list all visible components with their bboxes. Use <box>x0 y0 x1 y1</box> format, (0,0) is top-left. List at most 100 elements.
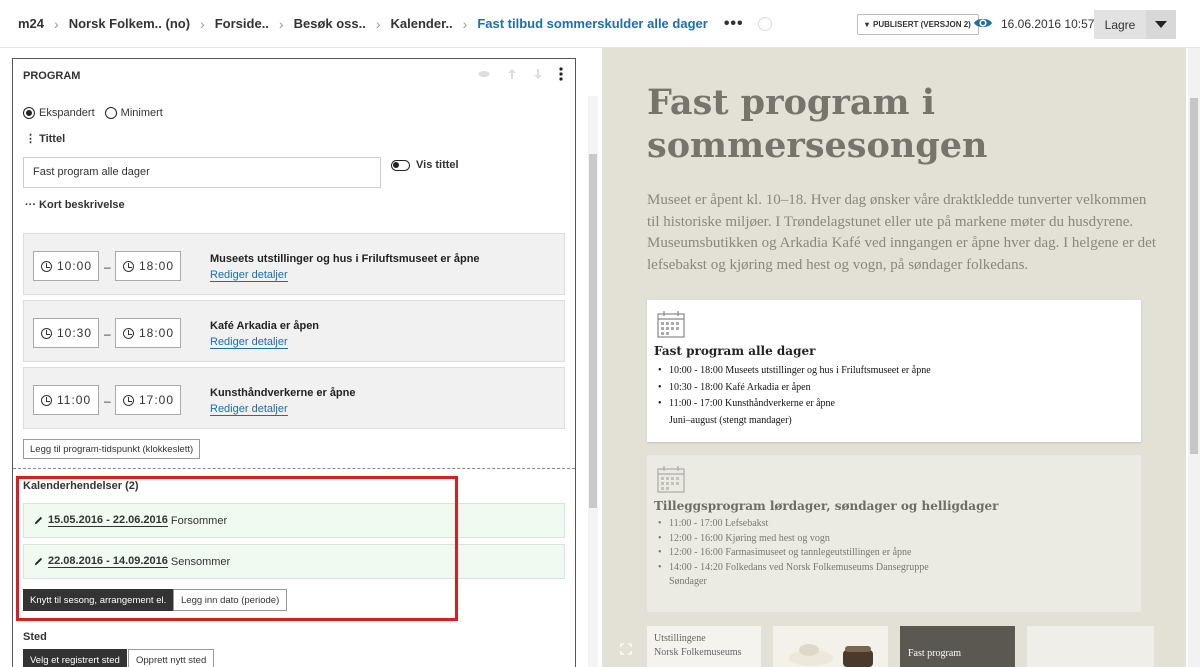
title-input[interactable]: Fast program alle dager <box>23 157 381 188</box>
time-separator: – <box>104 394 111 408</box>
choose-place-button[interactable]: Velg et registrert sted <box>23 649 127 667</box>
editor-scrollbar[interactable] <box>588 96 598 667</box>
caret-down-icon: ▾ <box>865 20 870 29</box>
program-item-title: Kafé Arkadia er åpen <box>210 320 320 332</box>
teaser-tile-fixed-program[interactable]: Fast program <box>900 626 1015 667</box>
extra-program-title: Tilleggsprogram lørdager, søndager og he… <box>654 499 999 513</box>
start-time-value: 10:00 <box>57 259 93 273</box>
teaser-tile-exhibitions[interactable]: Utstillingene Norsk Folkemuseums <box>647 626 761 667</box>
start-time-field[interactable]: 11:00 <box>33 385 99 415</box>
clock-icon <box>123 260 134 272</box>
show-title-label: Vis tittel <box>416 159 459 171</box>
radio-label: Ekspandert <box>39 107 95 119</box>
program-card-list: 10:00 - 18:00 Museets utstillinger og hu… <box>654 363 931 429</box>
scrollbar-thumb[interactable] <box>1190 98 1198 454</box>
tile-subtitle: Norsk Folkemuseums <box>654 647 742 658</box>
fullscreen-icon[interactable] <box>620 643 632 655</box>
drag-handle-icon: ⋮ <box>25 133 40 145</box>
preview-panel: Fast program i sommersesongen Museet er … <box>602 48 1186 667</box>
divider <box>13 468 575 469</box>
breadcrumb-item[interactable]: Kalender.. <box>391 16 453 31</box>
end-time-field[interactable]: 18:00 <box>115 318 181 348</box>
program-card-title: Fast program alle dager <box>654 344 816 358</box>
chevron-right-icon: › <box>54 15 59 32</box>
preview-eye-icon[interactable] <box>973 16 993 30</box>
page-scrollbar[interactable] <box>1188 48 1200 667</box>
extra-program-list: 11:00 - 17:00 Lefsebakst 12:00 - 16:00 K… <box>654 517 929 590</box>
clock-icon <box>123 394 134 406</box>
preview-intro: Museet er åpent kl. 10–18. Hver dag ønsk… <box>647 192 1156 273</box>
end-time-value: 18:00 <box>139 259 175 273</box>
create-place-button[interactable]: Opprett nytt sted <box>128 649 215 667</box>
calendar-icon <box>657 466 685 493</box>
title-label: ⋮ Tittel <box>25 132 65 145</box>
breadcrumb: m24 › Norsk Folkem.. (no) › Forside.. › … <box>0 15 772 33</box>
more-horizontal-icon: ··· <box>25 199 40 211</box>
list-item: 12:00 - 16:00 Farmasimuseet og tannlegeu… <box>654 546 929 561</box>
start-time-value: 11:00 <box>57 393 92 407</box>
note-text: Juni–august (stengt mandager) <box>669 414 792 426</box>
end-time-field[interactable]: 17:00 <box>115 385 181 415</box>
radio-unchecked-icon <box>104 107 117 119</box>
note-text: Søndager <box>669 576 707 587</box>
list-item: 14:00 - 14:20 Folkedans ved Norsk Folkem… <box>654 561 929 576</box>
list-item: 11:00 - 17:00 Kunsthåndverkerne er åpne <box>654 396 931 413</box>
chevron-right-icon: › <box>278 15 284 32</box>
add-program-time-button[interactable]: Legg til program-tidspunkt (klokkeslett) <box>23 439 201 459</box>
teaser-tile-empty[interactable] <box>1027 626 1154 667</box>
start-time-field[interactable]: 10:00 <box>33 251 99 281</box>
program-item: 11:00 – 17:00 Kunsthåndverkerne er åpne … <box>23 367 565 429</box>
radio-expanded[interactable]: Ekspandert <box>23 107 95 119</box>
clock-icon <box>41 260 52 272</box>
radio-checked-icon <box>23 107 35 119</box>
time-separator: – <box>104 327 111 341</box>
move-up-icon[interactable] <box>507 68 517 80</box>
list-item: 10:30 - 18:00 Kafé Arkadia er åpen <box>654 380 931 397</box>
program-item: 10:00 – 18:00 Museets utstillinger og hu… <box>23 233 565 295</box>
breadcrumb-current[interactable]: Fast tilbud sommerskulder alle dager <box>477 16 707 31</box>
annotation-highlight-box <box>16 476 458 621</box>
program-item-title: Kunsthåndverkerne er åpne <box>210 387 356 399</box>
extra-program-note: Søndager <box>654 575 929 590</box>
show-title-toggle[interactable]: Vis tittel <box>391 159 459 171</box>
teaser-tile-image[interactable] <box>773 626 888 667</box>
place-label: Sted <box>23 631 47 643</box>
short-description-text: Kort beskrivelse <box>39 199 125 211</box>
title-label-text: Tittel <box>39 133 66 145</box>
start-time-field[interactable]: 10:30 <box>33 318 99 348</box>
radio-minimized[interactable]: Minimert <box>104 107 163 119</box>
loading-icon <box>757 16 772 31</box>
edit-details-link[interactable]: Rediger detaljer <box>210 269 288 282</box>
chevron-right-icon: › <box>375 15 381 32</box>
breadcrumb-item[interactable]: m24 <box>18 16 44 31</box>
radio-label: Minimert <box>120 107 163 119</box>
end-time-value: 18:00 <box>139 326 175 340</box>
short-description-label[interactable]: ··· Kort beskrivelse <box>25 199 125 211</box>
edit-details-link[interactable]: Rediger detaljer <box>210 403 288 416</box>
time-separator: – <box>104 260 111 274</box>
move-down-icon[interactable] <box>533 68 543 80</box>
save-button[interactable]: Lagre <box>1094 10 1146 39</box>
preview-title: Fast program i sommersesongen <box>647 82 988 166</box>
save-options-button[interactable] <box>1146 10 1176 39</box>
list-item: 11:00 - 17:00 Lefsebakst <box>654 517 929 532</box>
end-time-field[interactable]: 18:00 <box>115 251 181 281</box>
visibility-icon[interactable] <box>477 69 491 79</box>
chevron-right-icon: › <box>200 15 205 32</box>
last-saved-datetime: 16.06.2016 10:57 <box>1001 17 1095 31</box>
more-icon[interactable]: ••• <box>724 15 744 33</box>
toggle-icon <box>391 159 410 171</box>
end-time-value: 17:00 <box>139 393 175 407</box>
breadcrumb-item[interactable]: Besøk oss.. <box>294 16 366 31</box>
publish-status-dropdown[interactable]: ▾ PUBLISERT (VERSJON 2) <box>857 14 979 35</box>
cafe-photo <box>773 626 888 667</box>
publish-status-label: PUBLISERT (VERSJON 2) <box>873 20 971 29</box>
edit-details-link[interactable]: Rediger detaljer <box>210 336 288 349</box>
scrollbar-thumb[interactable] <box>589 154 597 508</box>
more-vertical-icon[interactable] <box>559 67 563 81</box>
editor-panel: PROGRAM Ekspandert Minimert ⋮ Tittel Fas… <box>0 48 600 667</box>
breadcrumb-item[interactable]: Norsk Folkem.. (no) <box>69 16 190 31</box>
breadcrumb-item[interactable]: Forside.. <box>215 16 269 31</box>
card-actions <box>477 67 563 81</box>
tile-title: Utstillingene <box>654 633 706 644</box>
